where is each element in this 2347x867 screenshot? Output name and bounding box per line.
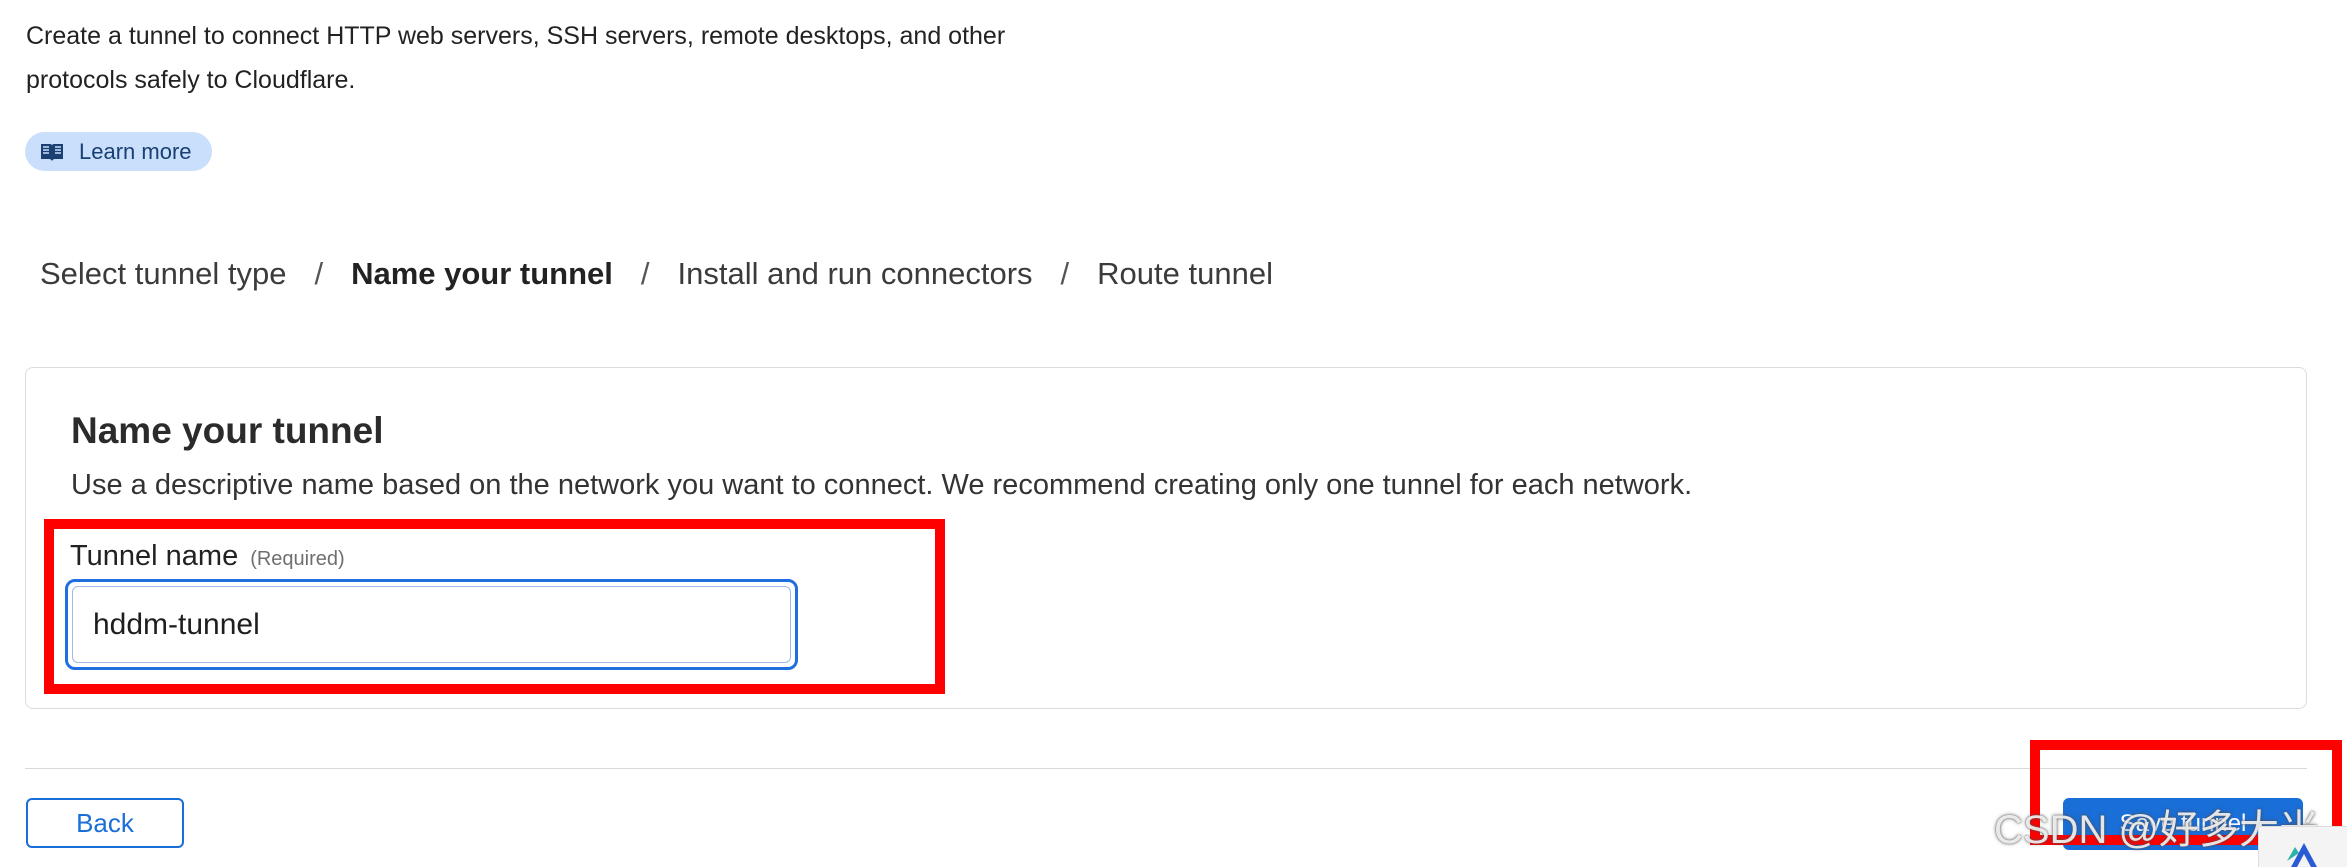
breadcrumb-separator: / [640,256,650,291]
required-hint: (Required) [250,548,345,570]
learn-more-label: Learn more [79,138,192,164]
breadcrumb: Select tunnel type / Name your tunnel / … [40,249,1273,299]
intro-line-2: protocols safely to Cloudflare. [26,66,356,94]
breadcrumb-step-install-connectors: Install and run connectors [677,256,1033,291]
card-title: Name your tunnel [71,410,384,451]
tunnel-name-label: Tunnel name (Required) [70,540,345,573]
corner-logo-icon [2287,843,2317,867]
tunnel-name-label-text: Tunnel name [70,540,239,572]
intro-text: Create a tunnel to connect HTTP web serv… [26,14,1126,102]
book-icon [39,141,65,163]
breadcrumb-step-select-type[interactable]: Select tunnel type [40,256,286,292]
breadcrumb-step-name-tunnel: Name your tunnel [351,256,613,291]
intro-line-1: Create a tunnel to connect HTTP web serv… [26,22,1006,50]
breadcrumb-separator: / [1060,256,1070,291]
breadcrumb-separator: / [314,256,324,291]
tunnel-setup-page: Create a tunnel to connect HTTP web serv… [0,0,2347,867]
footer-divider [25,768,2307,769]
card-description: Use a descriptive name based on the netw… [71,469,1693,501]
learn-more-button[interactable]: Learn more [25,132,212,171]
breadcrumb-step-route-tunnel: Route tunnel [1097,256,1273,291]
tunnel-name-input[interactable] [72,586,791,663]
corner-widget[interactable] [2258,826,2347,867]
back-button[interactable]: Back [26,798,184,848]
tunnel-name-input-wrapper [65,579,798,670]
